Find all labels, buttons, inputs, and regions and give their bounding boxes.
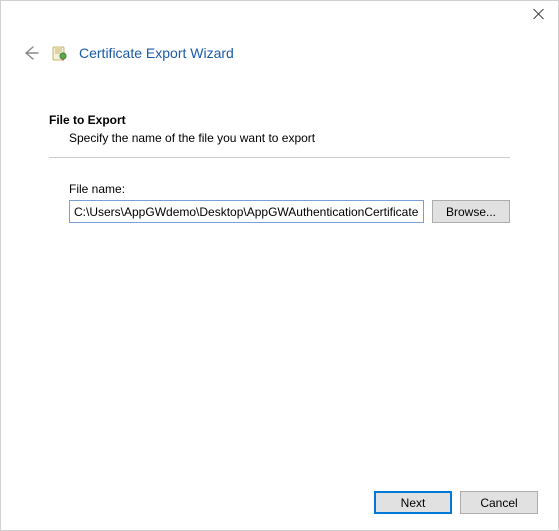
titlebar xyxy=(1,1,558,37)
next-button[interactable]: Next xyxy=(374,491,452,514)
cancel-button[interactable]: Cancel xyxy=(460,491,538,514)
wizard-header: Certificate Export Wizard xyxy=(1,37,558,83)
browse-button[interactable]: Browse... xyxy=(432,200,510,223)
wizard-footer: Next Cancel xyxy=(374,491,538,514)
divider xyxy=(49,157,510,158)
filename-row: Browse... xyxy=(69,200,510,223)
back-arrow-icon[interactable] xyxy=(21,43,41,63)
filename-input[interactable] xyxy=(69,200,424,223)
certificate-wizard-icon xyxy=(51,44,69,62)
page-subheading: Specify the name of the file you want to… xyxy=(49,131,510,145)
page-heading: File to Export xyxy=(49,113,510,127)
wizard-title: Certificate Export Wizard xyxy=(79,45,234,61)
close-icon[interactable] xyxy=(532,7,546,21)
wizard-content: File to Export Specify the name of the f… xyxy=(1,83,558,223)
filename-field-area: File name: Browse... xyxy=(49,182,510,223)
filename-label: File name: xyxy=(69,182,510,196)
